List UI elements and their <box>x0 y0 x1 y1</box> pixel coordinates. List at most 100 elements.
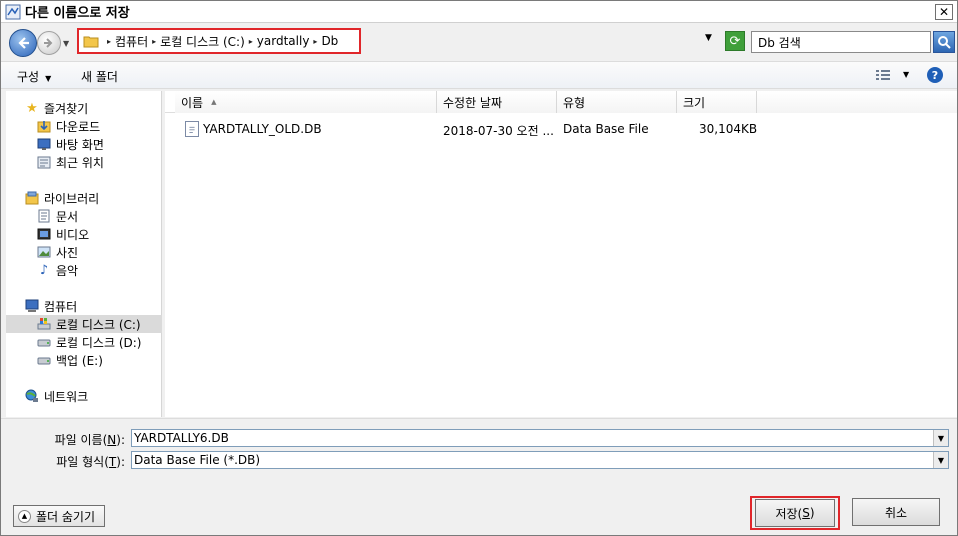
organize-menu[interactable]: 구성 ▼ <box>17 68 51 85</box>
close-icon: ✕ <box>938 5 950 19</box>
help-icon: ? <box>931 68 939 82</box>
save-form: 파일 이름(N): YARDTALLY6.DB ▼ 파일 형식(T): Data… <box>1 418 957 535</box>
chevron-right-icon[interactable]: ▸ <box>249 37 253 46</box>
nav-local-disk-d[interactable]: 로컬 디스크 (D:) <box>6 333 162 351</box>
filetype-label: 파일 형식(T): <box>56 455 125 469</box>
search-input[interactable]: Db 검색 <box>751 31 931 53</box>
nav-pictures-label: 사진 <box>56 245 79 260</box>
filename-field[interactable]: YARDTALLY6.DB ▼ <box>131 429 949 447</box>
nav-music-label: 음악 <box>56 263 79 278</box>
document-icon <box>36 208 52 224</box>
search-button[interactable] <box>933 31 955 53</box>
forward-button[interactable] <box>37 31 61 55</box>
new-folder-button[interactable]: 새 폴더 <box>81 68 118 85</box>
cancel-label: 취소 <box>884 505 908 520</box>
network-icon <box>24 388 40 404</box>
file-icon <box>185 121 199 137</box>
picture-icon <box>36 244 52 260</box>
nav-computer-label: 컴퓨터 <box>44 299 78 314</box>
nav-documents[interactable]: 문서 <box>6 207 162 225</box>
nav-favorites-label: 즐겨찾기 <box>44 101 89 116</box>
column-header-size[interactable]: 크기 <box>677 91 757 113</box>
column-size-label: 크기 <box>683 95 706 110</box>
column-headers: 이름 ▲ 수정한 날짜 유형 크기 <box>165 91 957 113</box>
nav-pictures[interactable]: 사진 <box>6 243 162 261</box>
nav-backup-e[interactable]: 백업 (E:) <box>6 351 162 369</box>
nav-downloads[interactable]: 다운로드 <box>6 117 162 135</box>
address-history-dropdown[interactable]: ▼ <box>705 33 712 43</box>
nav-network[interactable]: 네트워크 <box>6 387 162 405</box>
breadcrumb-db[interactable]: Db <box>321 34 338 48</box>
nav-libraries[interactable]: 라이브러리 <box>6 189 162 207</box>
view-dropdown[interactable]: ▼ <box>903 70 909 79</box>
column-header-modified[interactable]: 수정한 날짜 <box>437 91 557 113</box>
refresh-icon: ⟳ <box>729 33 741 49</box>
recent-locations-dropdown[interactable]: ▼ <box>63 39 69 48</box>
navigation-pane: ★ 즐겨찾기 다운로드 바탕 화면 최근 위치 라이브러리 문서 비디오 사진 … <box>6 91 162 417</box>
nav-downloads-label: 다운로드 <box>56 119 101 134</box>
nav-desktop[interactable]: 바탕 화면 <box>6 135 162 153</box>
filetype-value: Data Base File (*.DB) <box>134 453 261 467</box>
title-bar: 다른 이름으로 저장 ✕ <box>1 1 957 23</box>
column-header-name[interactable]: 이름 ▲ <box>175 91 437 113</box>
breadcrumb-yardtally[interactable]: yardtally <box>257 34 310 48</box>
filetype-select[interactable]: Data Base File (*.DB) ▼ <box>131 451 949 469</box>
chevron-right-icon[interactable]: ▸ <box>152 37 156 46</box>
nav-recent-places[interactable]: 최근 위치 <box>6 153 162 171</box>
chevron-right-icon[interactable]: ▸ <box>313 37 317 46</box>
save-button[interactable]: 저장(S) <box>755 499 835 527</box>
chevron-right-icon[interactable]: ▸ <box>107 37 111 46</box>
window-title: 다른 이름으로 저장 <box>25 6 130 21</box>
filename-value: YARDTALLY6.DB <box>134 431 229 445</box>
cancel-button[interactable]: 취소 <box>852 498 940 526</box>
file-type: Data Base File <box>563 122 649 136</box>
desktop-icon <box>36 136 52 152</box>
filename-label: 파일 이름(N): <box>54 433 125 447</box>
chevron-up-icon: ▲ <box>18 509 31 523</box>
table-row[interactable]: YARDTALLY_OLD.DB 2018-07-30 오전 ... Data … <box>165 119 957 139</box>
breadcrumb[interactable]: ▸ 컴퓨터 ▸ 로컬 디스크 (C:) ▸ yardtally ▸ Db <box>77 28 361 54</box>
breadcrumb-local-disk-c[interactable]: 로컬 디스크 (C:) <box>160 33 245 50</box>
arrow-left-icon <box>18 37 29 49</box>
refresh-button[interactable]: ⟳ <box>725 31 745 51</box>
new-folder-label: 새 폴더 <box>81 70 118 84</box>
nav-videos[interactable]: 비디오 <box>6 225 162 243</box>
chevron-down-icon[interactable]: ▼ <box>933 430 948 446</box>
file-size: 30,104KB <box>699 122 758 136</box>
search-icon <box>938 36 951 49</box>
drive-icon <box>36 334 52 350</box>
sort-ascending-icon: ▲ <box>211 98 217 106</box>
nav-libraries-label: 라이브러리 <box>44 191 100 206</box>
save-as-dialog: 다른 이름으로 저장 ✕ ▼ ▸ 컴퓨터 ▸ 로컬 디스크 (C:) ▸ yar… <box>0 0 958 536</box>
recent-places-icon <box>36 154 52 170</box>
nav-network-label: 네트워크 <box>44 389 89 404</box>
view-options-icon[interactable] <box>875 68 891 82</box>
music-note-icon: ♪ <box>39 262 49 278</box>
nav-local-disk-d-label: 로컬 디스크 (D:) <box>56 335 142 350</box>
file-modified: 2018-07-30 오전 ... <box>443 124 554 138</box>
video-icon <box>36 226 52 242</box>
close-button[interactable]: ✕ <box>935 4 953 20</box>
nav-backup-e-label: 백업 (E:) <box>56 353 103 368</box>
computer-icon <box>24 298 40 314</box>
nav-local-disk-c-label: 로컬 디스크 (C:) <box>56 317 141 332</box>
column-header-type[interactable]: 유형 <box>557 91 677 113</box>
nav-recent-places-label: 최근 위치 <box>56 155 104 170</box>
command-bar: 구성 ▼ 새 폴더 ▼ ? <box>1 61 957 89</box>
chevron-down-icon[interactable]: ▼ <box>933 452 948 468</box>
search-placeholder: Db 검색 <box>758 35 801 50</box>
nav-computer[interactable]: 컴퓨터 <box>6 297 162 315</box>
app-icon <box>5 4 21 19</box>
hide-folders-button[interactable]: ▲ 폴더 숨기기 <box>13 505 105 527</box>
nav-music[interactable]: ♪ 음악 <box>6 261 162 279</box>
help-button[interactable]: ? <box>927 67 943 83</box>
column-name-label: 이름 <box>181 95 204 110</box>
nav-favorites[interactable]: ★ 즐겨찾기 <box>6 99 162 117</box>
breadcrumb-computer[interactable]: 컴퓨터 <box>115 33 148 50</box>
nav-local-disk-c[interactable]: 로컬 디스크 (C:) <box>6 315 162 333</box>
nav-documents-label: 문서 <box>56 209 79 224</box>
downloads-folder-icon <box>36 118 52 134</box>
address-row: ▼ ▸ 컴퓨터 ▸ 로컬 디스크 (C:) ▸ yardtally ▸ Db ▼… <box>1 24 957 60</box>
back-button[interactable] <box>9 29 37 57</box>
system-drive-icon <box>36 316 52 332</box>
